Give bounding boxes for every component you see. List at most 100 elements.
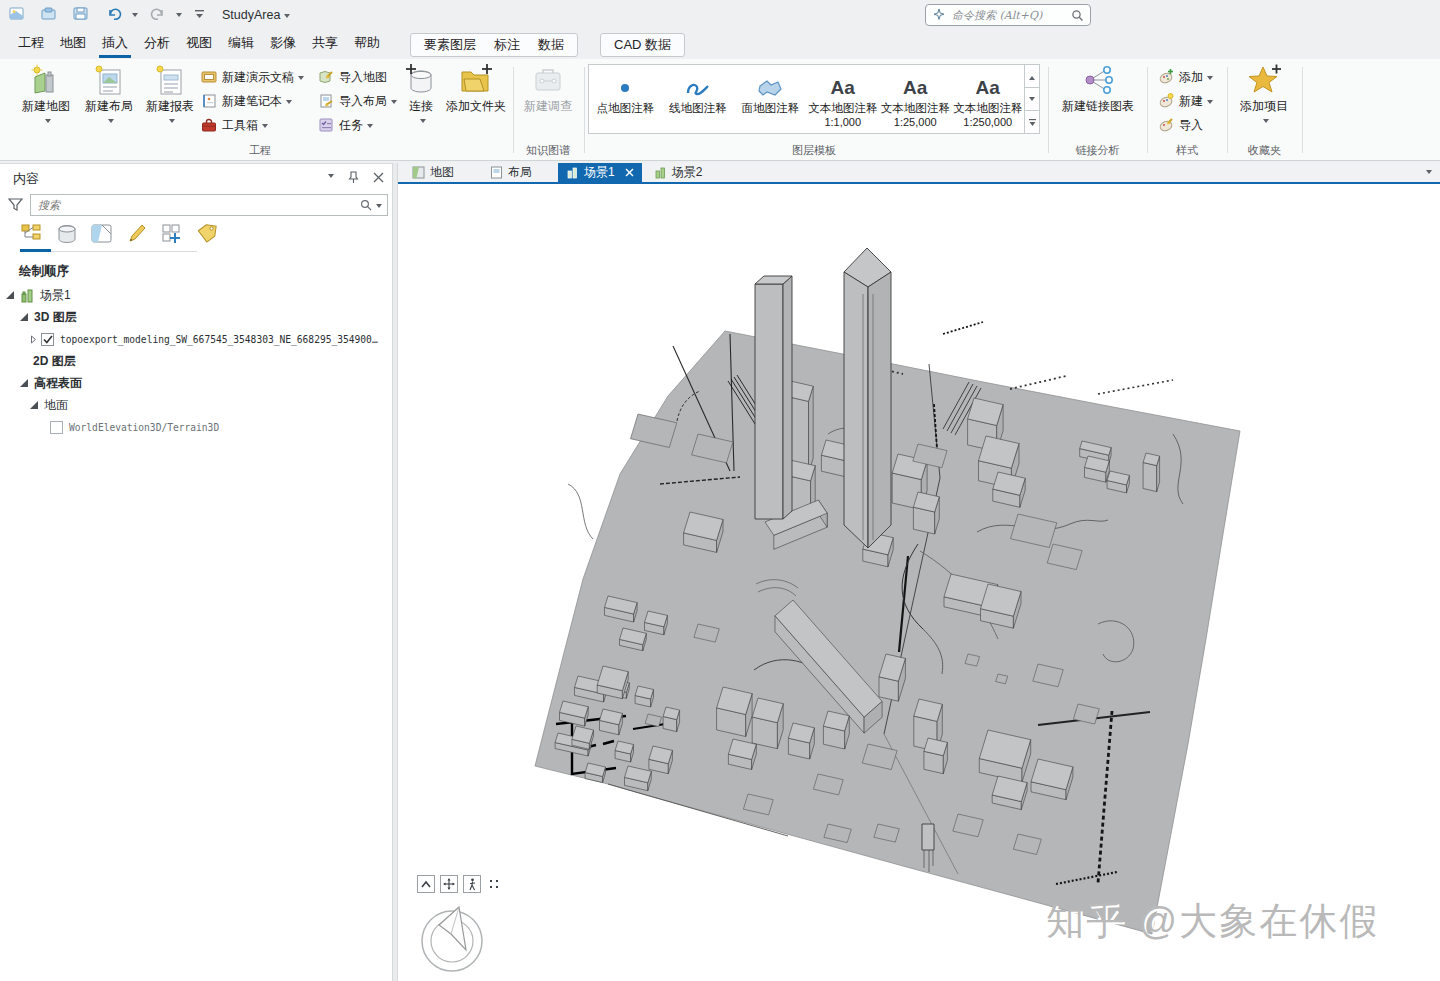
list-by-selection-icon[interactable]	[90, 221, 114, 247]
new-map-button[interactable]: 新建地图	[14, 63, 78, 127]
close-view-icon[interactable]	[625, 168, 634, 177]
tasks-button[interactable]: 任务	[318, 115, 373, 135]
command-search[interactable]	[925, 4, 1091, 26]
layer-checkbox-unchecked[interactable]	[50, 421, 63, 434]
title-dropdown-icon[interactable]	[284, 14, 290, 21]
new-layout-button[interactable]: 新建布局	[77, 63, 141, 127]
polygon-note-template[interactable]: 面地图注释	[734, 65, 807, 133]
line-note-template[interactable]: 线地图注释	[662, 65, 735, 133]
style-new-button[interactable]: 新建	[1158, 91, 1213, 111]
add-item-button[interactable]: 添加项目	[1232, 63, 1296, 127]
pan-mode-button[interactable]	[440, 875, 458, 893]
list-by-label-class-icon[interactable]	[195, 221, 219, 247]
new-presentation-button[interactable]: 新建演示文稿	[201, 67, 304, 87]
tab-feature-layer[interactable]: 要素图层	[424, 36, 476, 54]
tree-item-ground[interactable]: 地面	[0, 394, 392, 416]
list-by-data-source-icon[interactable]	[55, 221, 79, 247]
expander-closed-icon[interactable]	[30, 335, 37, 344]
tab-data[interactable]: 数据	[538, 36, 564, 54]
tree-item-scene[interactable]: 场景1	[0, 284, 392, 306]
toolbox-icon	[201, 117, 217, 133]
text-note-icon: Aa	[807, 74, 880, 101]
tab-insert[interactable]: 插入	[102, 29, 128, 59]
tab-imagery[interactable]: 影像	[270, 29, 296, 59]
expander-open-icon[interactable]	[20, 379, 29, 388]
tasks-icon	[318, 117, 334, 133]
new-link-chart-button[interactable]: 新建链接图表	[1058, 63, 1138, 113]
import-layout-button[interactable]: 导入布局	[318, 91, 397, 111]
text-note-icon: Aa	[879, 74, 952, 101]
title-bar: StudyArea	[0, 0, 1440, 30]
pin-icon[interactable]	[348, 171, 359, 184]
contents-search[interactable]	[30, 194, 388, 216]
expander-open-icon[interactable]	[20, 313, 29, 322]
view-tab-scene1[interactable]: 场景1	[558, 163, 642, 182]
scene-icon	[20, 288, 35, 303]
import-map-button[interactable]: 导入地图	[318, 67, 387, 87]
undo-icon[interactable]	[106, 6, 122, 22]
tab-map[interactable]: 地图	[60, 29, 86, 59]
tab-edit[interactable]: 编辑	[228, 29, 254, 59]
nav-expand-icon[interactable]	[489, 875, 499, 893]
tab-project[interactable]: 工程	[18, 29, 44, 59]
gallery-down-button[interactable]	[1025, 88, 1039, 111]
tree-item-terrain[interactable]: WorldElevation3D/Terrain3D	[0, 416, 392, 438]
tab-view[interactable]: 视图	[186, 29, 212, 59]
customize-qat-icon[interactable]	[194, 8, 206, 20]
list-by-editing-icon[interactable]	[125, 221, 149, 247]
text-note-template-1000[interactable]: Aa 文本地图注释 1:1,000	[807, 65, 880, 133]
add-folder-button[interactable]: 添加文件夹	[444, 63, 508, 113]
tab-analysis[interactable]: 分析	[144, 29, 170, 59]
redo-icon[interactable]	[150, 6, 166, 22]
tab-cad-data[interactable]: CAD 数据	[614, 36, 671, 54]
zoom-mode-button[interactable]	[417, 875, 435, 893]
style-add-button[interactable]: 添加	[1158, 67, 1213, 87]
save-icon[interactable]	[72, 5, 90, 23]
close-pane-icon[interactable]	[373, 172, 384, 183]
filter-icon[interactable]	[8, 198, 23, 212]
tree-item-3d-layers[interactable]: 3D 图层	[0, 306, 392, 328]
tree-item-2d-layers[interactable]: 2D 图层	[0, 350, 392, 372]
expander-open-icon[interactable]	[6, 291, 15, 300]
tab-share[interactable]: 共享	[312, 29, 338, 59]
import-layout-icon	[318, 93, 334, 109]
pane-menu-icon[interactable]	[328, 174, 334, 181]
view-tab-layout[interactable]: 布局	[482, 163, 540, 182]
tree-item-topo-layer[interactable]: topoexport_modeling_SW_667545_3548303_NE…	[0, 328, 392, 350]
command-search-input[interactable]	[950, 8, 1071, 23]
gallery-up-button[interactable]	[1025, 65, 1039, 88]
text-note-template-25000[interactable]: Aa 文本地图注释 1:25,000	[879, 65, 952, 133]
redo-dropdown-icon[interactable]	[176, 13, 182, 20]
new-notebook-button[interactable]: 新建笔记本	[201, 91, 292, 111]
search-options-icon[interactable]	[376, 204, 382, 211]
tab-help[interactable]: 帮助	[354, 29, 380, 59]
contents-search-input[interactable]	[36, 198, 360, 213]
scene-viewport[interactable]: 知乎 @大象在休假	[398, 184, 1440, 981]
expander-open-icon[interactable]	[30, 401, 39, 410]
walk-mode-button[interactable]	[463, 875, 481, 893]
view-tab-scene2[interactable]: 场景2	[646, 163, 711, 182]
gallery-expand-button[interactable]	[1025, 111, 1039, 133]
view-tab-map[interactable]: 地图	[404, 163, 462, 182]
point-note-template[interactable]: 点地图注释	[589, 65, 662, 133]
text-note-template-250000[interactable]: Aa 文本地图注释 1:250,000	[952, 65, 1025, 133]
list-by-drawing-order-icon[interactable]	[20, 221, 44, 247]
tree-item-elevation[interactable]: 高程表面	[0, 372, 392, 394]
toolbox-button[interactable]: 工具箱	[201, 115, 268, 135]
compass-control[interactable]	[420, 900, 488, 974]
connect-button[interactable]: 连接	[398, 63, 444, 127]
new-report-button[interactable]: 新建报表	[138, 63, 202, 127]
contents-pane-title: 内容	[13, 170, 39, 188]
arcgis-pro-window: StudyArea 工程 地图 插入 分析 视图 编辑 影像 共享 帮助 要素图…	[0, 0, 1440, 981]
list-by-snapping-icon[interactable]	[160, 221, 184, 247]
tab-labeling[interactable]: 标注	[494, 36, 520, 54]
style-import-button[interactable]: 导入	[1158, 115, 1203, 135]
import-map-icon	[318, 69, 334, 85]
view-tab-list-icon[interactable]	[1426, 170, 1432, 177]
connect-icon	[398, 63, 444, 97]
open-project-icon[interactable]	[40, 5, 58, 23]
layer-checkbox-checked[interactable]	[41, 333, 54, 346]
undo-dropdown-icon[interactable]	[132, 13, 138, 20]
polygon-note-icon	[734, 74, 807, 101]
save-project-icon[interactable]	[8, 5, 26, 23]
